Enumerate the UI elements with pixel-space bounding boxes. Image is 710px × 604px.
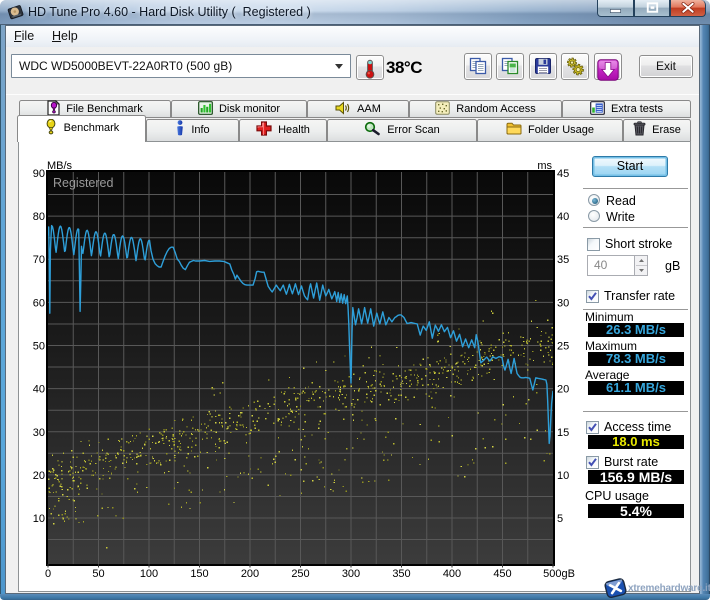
svg-text:40: 40 [33,384,45,396]
svg-text:450: 450 [493,568,511,580]
svg-text:10: 10 [33,513,45,525]
svg-text:30: 30 [33,427,45,439]
svg-text:50: 50 [92,568,104,580]
svg-text:45: 45 [557,168,569,180]
svg-text:200: 200 [241,568,259,580]
svg-text:30: 30 [557,297,569,309]
svg-text:500gB: 500gB [543,568,575,580]
svg-text:100: 100 [140,568,158,580]
svg-text:MB/s: MB/s [47,160,73,172]
svg-text:5: 5 [557,513,563,525]
svg-text:ms: ms [537,160,552,172]
svg-text:350: 350 [392,568,410,580]
svg-text:300: 300 [342,568,360,580]
svg-text:0: 0 [45,568,51,580]
svg-text:Registered: Registered [53,176,113,190]
svg-text:25: 25 [557,341,569,353]
svg-text:20: 20 [33,470,45,482]
svg-text:20: 20 [557,384,569,396]
svg-text:40: 40 [557,211,569,223]
svg-text:35: 35 [557,254,569,266]
svg-text:60: 60 [33,297,45,309]
svg-text:250: 250 [291,568,309,580]
svg-text:400: 400 [443,568,461,580]
svg-text:150: 150 [190,568,208,580]
svg-text:50: 50 [33,341,45,353]
svg-text:15: 15 [557,427,569,439]
svg-text:10: 10 [557,470,569,482]
svg-text:90: 90 [33,168,45,180]
svg-text:70: 70 [33,254,45,266]
svg-text:80: 80 [33,211,45,223]
